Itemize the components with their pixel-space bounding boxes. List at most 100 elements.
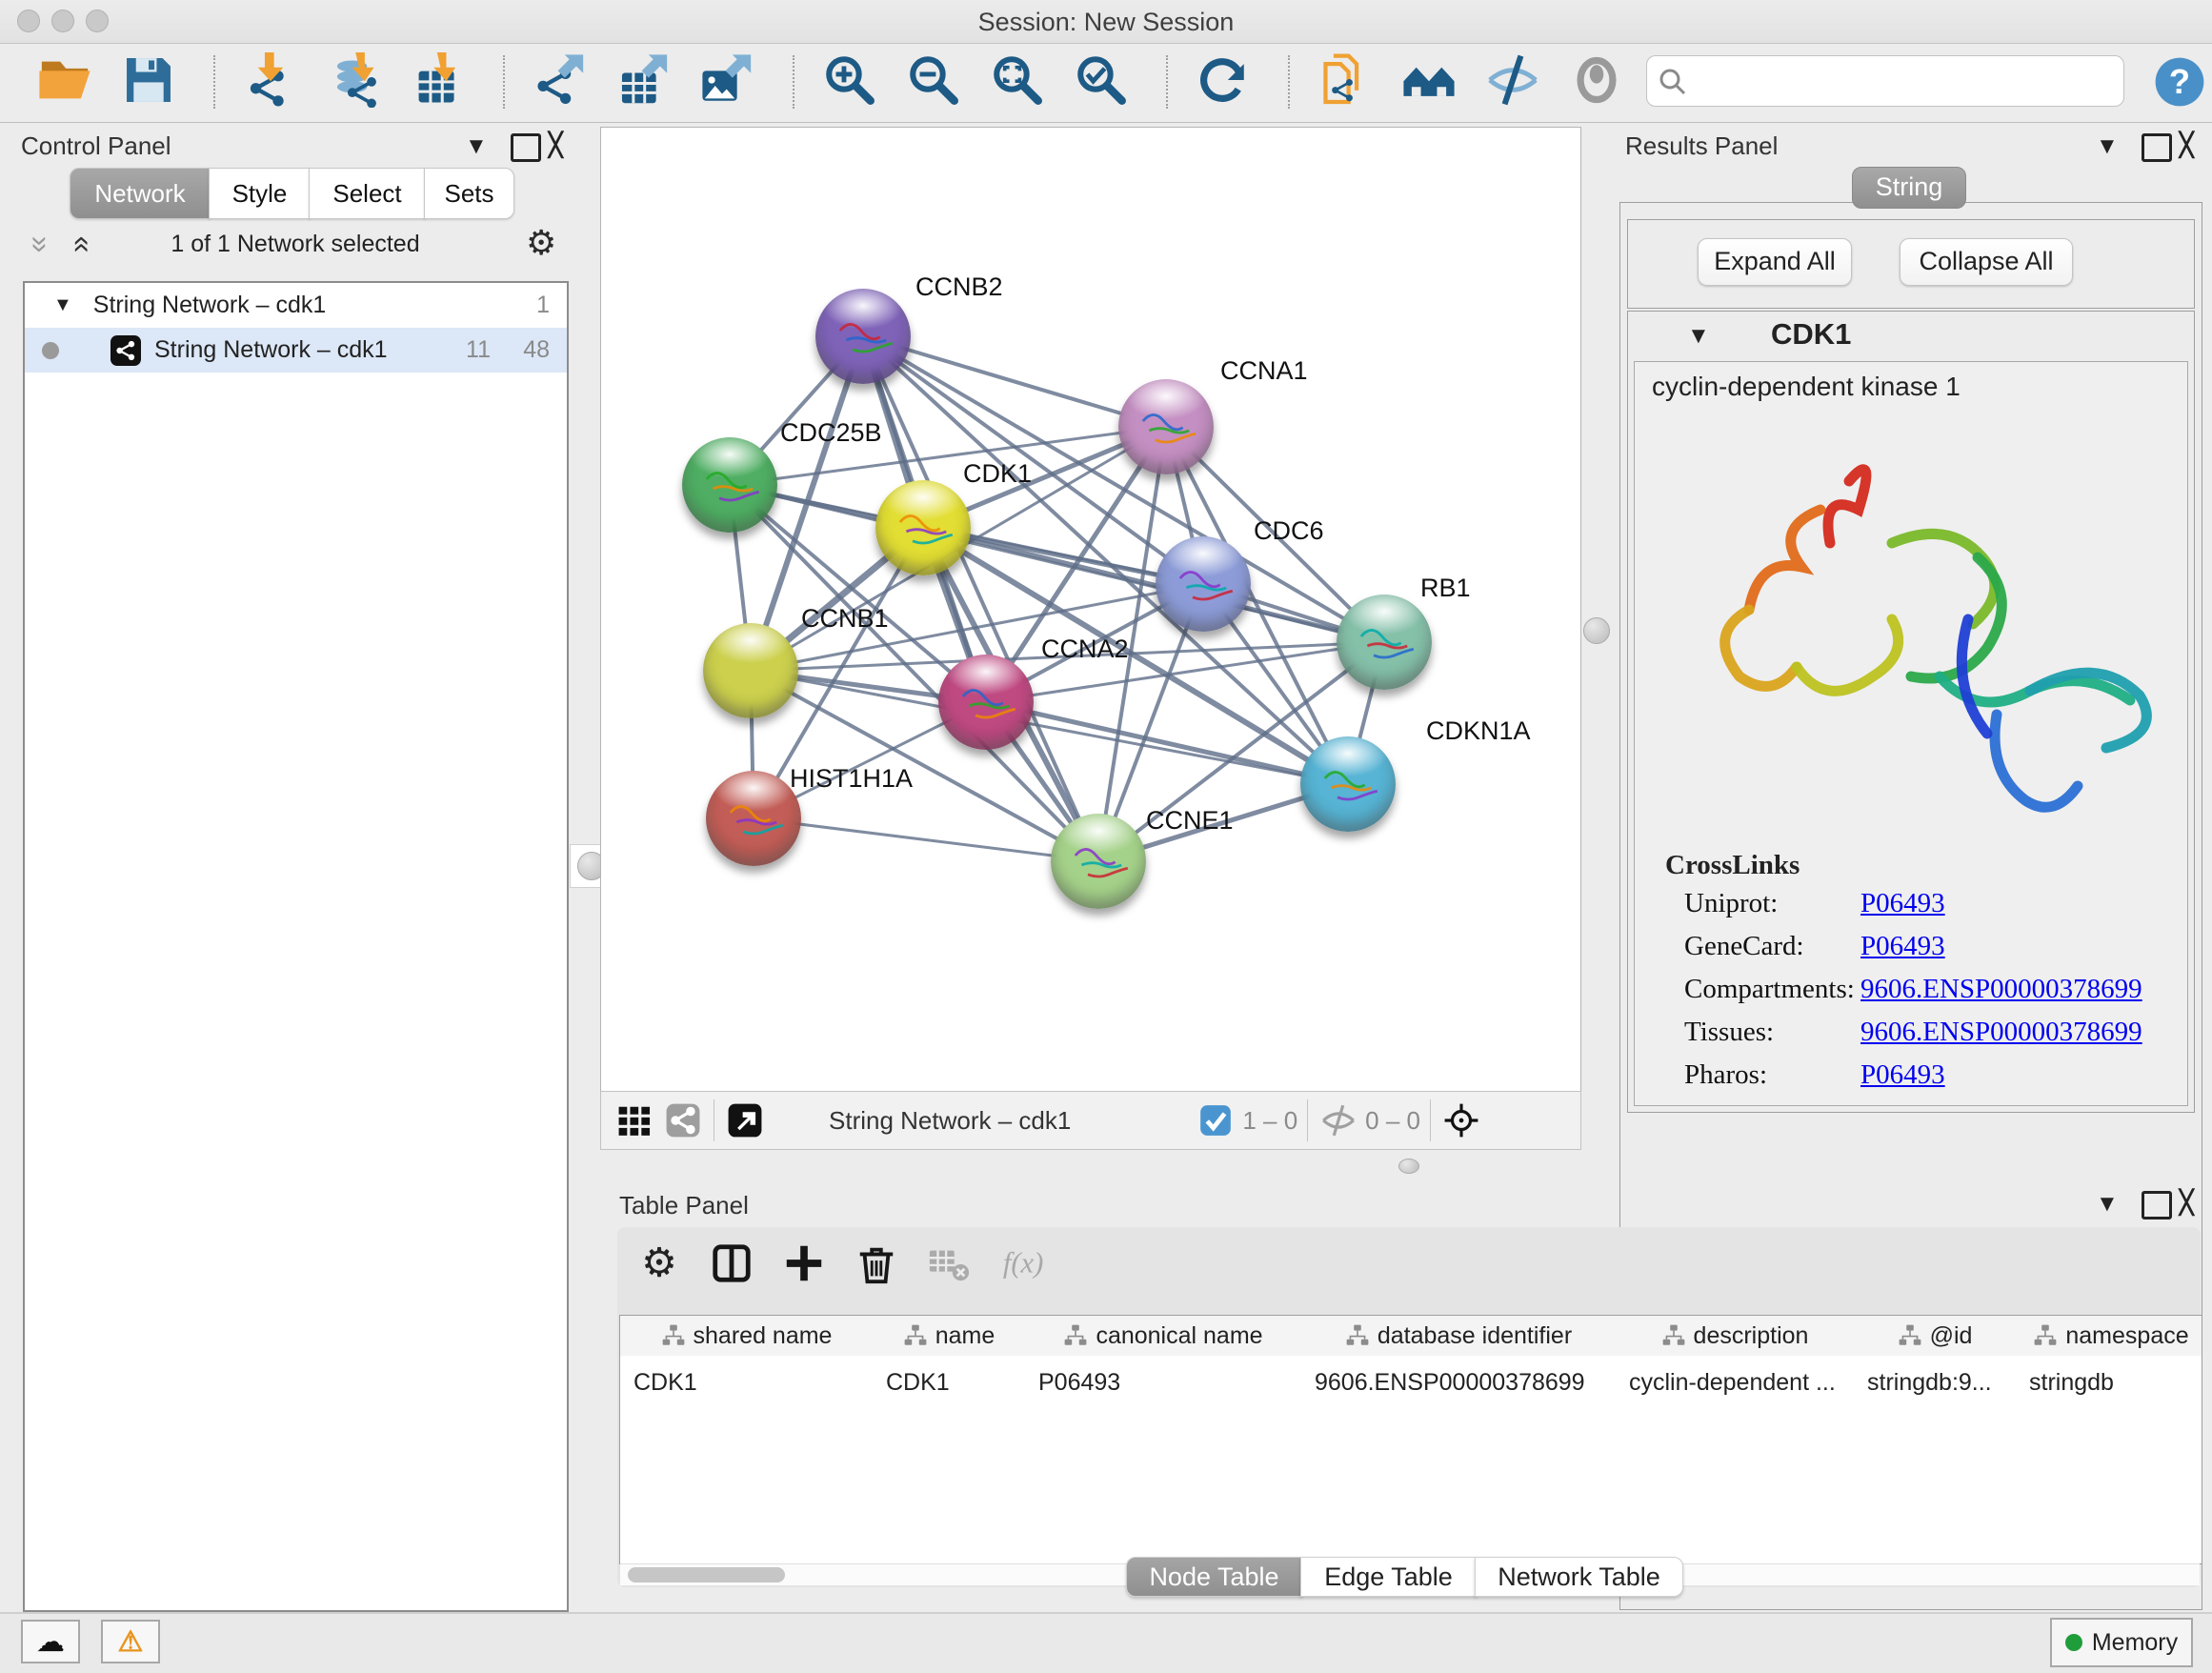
grid-view-icon[interactable] [614,1099,656,1141]
network-row-selected[interactable]: String Network – cdk1 11 48 [25,328,567,373]
node-label-CDC25B: CDC25B [780,418,882,448]
table-cell[interactable]: cyclin-dependent ... [1616,1363,1854,1401]
table-cell[interactable]: 9606.ENSP00000378699 [1301,1363,1616,1401]
table-cell[interactable]: stringdb [2016,1363,2202,1401]
selected-checkbox-icon[interactable] [1195,1099,1237,1141]
enhance-labels-button[interactable] [1482,51,1543,112]
warnings-button[interactable]: ⚠ [101,1620,160,1663]
confidence-button[interactable] [1398,51,1459,112]
export-image-button[interactable] [697,51,758,112]
bottom-splitter-handle[interactable] [1398,1159,1419,1174]
network-node-CDKN1A[interactable] [1300,736,1396,832]
export-table-button[interactable] [613,51,674,112]
floppy-icon [121,52,176,112]
network-share-gray-icon[interactable] [662,1099,704,1141]
fit-selected-crosshair-icon[interactable] [1440,1099,1482,1141]
export-network-button[interactable] [530,51,591,112]
network-node-CDC25B[interactable] [682,437,777,533]
network-node-CCNA1[interactable] [1118,379,1214,474]
table-h-scrollbar-thumb[interactable] [628,1567,785,1582]
save-session-button[interactable] [118,51,179,112]
gene-expander-icon[interactable]: ▼ [1687,323,1710,350]
tree-expander-icon[interactable]: ▼ [53,294,72,316]
right-splitter-handle[interactable] [1583,617,1610,644]
column-header-database-identifier[interactable]: database identifier [1301,1316,1617,1356]
show-columns-button[interactable] [701,1235,762,1296]
network-collection-row[interactable]: ▼ String Network – cdk1 1 [25,283,567,328]
crosslink-link[interactable]: 9606.ENSP00000378699 [1860,974,2142,1005]
network-canvas[interactable]: CCNB2CCNA1CDC25BCDK1CDC6RB1CCNB1CCNA2CDK… [600,127,1581,1093]
network-node-CCNB1[interactable] [703,623,798,718]
main-toolbar: ? [0,44,2212,123]
table-settings-button[interactable]: ⚙ [629,1235,690,1296]
results-panel-title: Results Panel [1625,131,1778,161]
tab-network[interactable]: Network [70,168,211,219]
network-edges[interactable] [601,128,1580,1092]
crosslink-link[interactable]: P06493 [1860,931,1945,962]
table-panel-float-button[interactable] [2142,1191,2172,1219]
open-session-button[interactable] [34,51,95,112]
collapse-all-icon[interactable]: » [23,236,58,253]
expand-all-button[interactable]: Expand All [1698,238,1852,286]
column-header-canonical-name[interactable]: canonical name [1025,1316,1302,1356]
crosslink-label: GeneCard: [1684,931,1804,961]
expand-all-icon[interactable]: » [61,236,96,253]
zoom-in-button[interactable] [819,51,880,112]
column-header-namespace[interactable]: namespace [2016,1316,2202,1356]
tab-sets[interactable]: Sets [424,168,514,219]
crosslink-link[interactable]: P06493 [1860,888,1945,919]
string-query-button[interactable] [1315,51,1376,112]
crosslink-label: Pharos: [1684,1059,1767,1090]
results-panel-float-button[interactable] [2142,133,2172,162]
network-node-CDC6[interactable] [1156,536,1251,632]
search-input[interactable] [1697,60,2110,100]
network-node-CCNA2[interactable] [938,655,1034,750]
network-node-CCNB2[interactable] [815,289,911,384]
tab-node-table[interactable]: Node Table [1126,1557,1302,1597]
table-panel-close-icon[interactable]: ╳ [2180,1189,2193,1217]
zoom-fit-button[interactable] [987,51,1048,112]
add-column-button[interactable] [774,1235,835,1296]
tab-style[interactable]: Style [209,168,311,219]
delete-column-button[interactable] [846,1235,907,1296]
birdseye-view-icon[interactable] [724,1099,766,1141]
network-node-CCNE1[interactable] [1051,814,1146,909]
zoom-out-button[interactable] [903,51,964,112]
cloud-status-button[interactable]: ☁ [21,1620,80,1663]
node-table[interactable]: shared namenamecanonical namedatabase id… [619,1315,2202,1564]
crosslink-link[interactable]: P06493 [1860,1059,1945,1091]
help-button[interactable]: ? [2149,51,2210,112]
network-node-CDK1[interactable] [875,480,971,575]
zoom-selected-button[interactable] [1071,51,1132,112]
tab-select[interactable]: Select [309,168,426,219]
import-network-database-button[interactable] [324,51,385,112]
network-node-HIST1H1A[interactable] [706,771,801,866]
table-panel-collapse-icon[interactable]: ▼ [2096,1191,2119,1218]
import-table-button[interactable] [408,51,469,112]
crosslink-link[interactable]: 9606.ENSP00000378699 [1860,1017,2142,1048]
results-panel-collapse-icon[interactable]: ▼ [2096,133,2119,160]
tab-network-table[interactable]: Network Table [1475,1557,1683,1597]
hidden-eye-slash-icon[interactable] [1317,1099,1359,1141]
network-node-RB1[interactable] [1337,595,1432,690]
control-panel-close-icon[interactable]: ╳ [549,131,562,159]
control-panel-float-button[interactable] [511,133,541,162]
import-network-file-button[interactable] [240,51,301,112]
update-button[interactable] [1193,51,1254,112]
glass-ball-button[interactable] [1566,51,1627,112]
column-header-shared-name[interactable]: shared name [620,1316,874,1356]
results-tab-string[interactable]: String [1852,167,1966,209]
table-cell[interactable]: P06493 [1025,1363,1301,1401]
tab-edge-table[interactable]: Edge Table [1300,1557,1477,1597]
control-panel-collapse-icon[interactable]: ▼ [465,133,488,160]
network-options-gear-icon[interactable]: ⚙ [526,223,556,263]
table-cell[interactable]: stringdb:9... [1854,1363,2016,1401]
table-cell[interactable]: CDK1 [873,1363,1025,1401]
results-panel-close-icon[interactable]: ╳ [2180,131,2193,159]
column-header-name[interactable]: name [873,1316,1026,1356]
collapse-all-button[interactable]: Collapse All [1900,238,2073,286]
memory-button[interactable]: Memory [2050,1618,2193,1667]
column-header-description[interactable]: description [1616,1316,1855,1356]
column-header-@id[interactable]: @id [1854,1316,2017,1356]
table-cell[interactable]: CDK1 [620,1363,873,1401]
